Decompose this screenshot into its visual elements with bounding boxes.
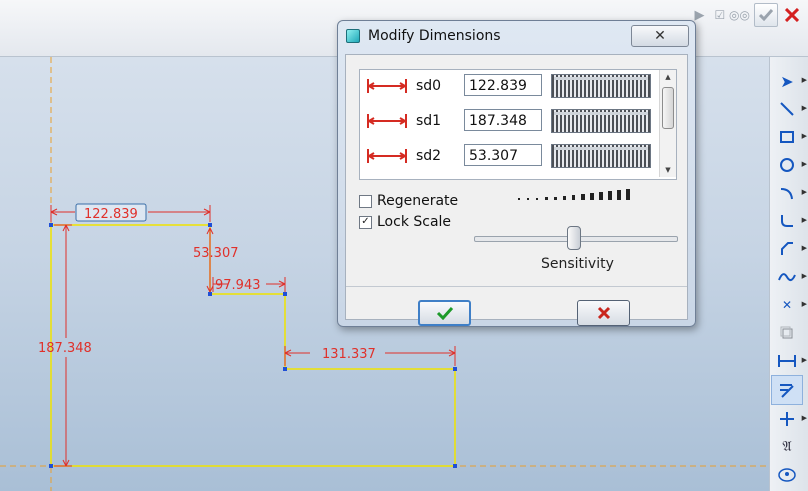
point-icon[interactable]: ✕ ▶ xyxy=(770,291,807,319)
fillet-icon[interactable]: ▶ xyxy=(770,207,807,235)
circle-icon[interactable]: ▶ xyxy=(770,151,807,179)
dim-label-131: 131.337 xyxy=(322,347,376,362)
sensitivity-slider-thumb[interactable] xyxy=(567,226,581,250)
scroll-thumb[interactable] xyxy=(662,87,674,129)
sensitivity-scale-icon xyxy=(518,189,630,200)
regenerate-box[interactable] xyxy=(359,194,372,208)
dimension-arrow-icon xyxy=(367,114,407,128)
dialog-title-text: Modify Dimensions xyxy=(368,28,501,44)
dimension-icon[interactable]: ▶ xyxy=(770,347,807,375)
dialog-divider xyxy=(346,286,687,287)
dimension-value-input[interactable]: 122.839 xyxy=(464,74,542,96)
ok-button[interactable] xyxy=(418,300,471,326)
scroll-up-icon[interactable]: ▲ xyxy=(660,70,676,84)
select-arrow-icon[interactable]: ➤ ▶ xyxy=(770,67,807,95)
dimension-row: sd2 53.307 xyxy=(360,141,660,171)
thumbwheel[interactable] xyxy=(551,74,651,98)
dimension-arrow-icon xyxy=(367,79,407,93)
right-sketch-toolbar: ➤ ▶ ▶ ▶ ▶ ▶ ▶ ▶ ▶ ✕ ▶ ▶ ▶ 𝔄 xyxy=(769,57,808,491)
modify-icon[interactable] xyxy=(771,375,803,405)
regenerate-label: Regenerate xyxy=(377,193,459,209)
close-icon: ✕ xyxy=(654,28,666,44)
regenerate-checkbox[interactable]: Regenerate xyxy=(359,193,458,209)
offset-icon[interactable] xyxy=(770,319,804,347)
dimension-value-input[interactable]: 187.348 xyxy=(464,109,542,131)
dialog-close-button[interactable]: ✕ xyxy=(631,25,689,47)
text-icon[interactable]: 𝔄 xyxy=(770,433,804,461)
dim-label-97: 97.943 xyxy=(215,278,261,293)
spline-icon[interactable]: ▶ xyxy=(770,263,807,291)
sensitivity-label: Sensitivity xyxy=(541,256,614,272)
constraint-icon[interactable]: ▶ xyxy=(770,405,807,433)
dimension-name: sd0 xyxy=(416,78,442,94)
lock-scale-label: Lock Scale xyxy=(377,214,452,230)
palette-icon[interactable] xyxy=(770,461,804,489)
arc-icon[interactable]: ▶ xyxy=(770,179,807,207)
dialog-title: Modify Dimensions xyxy=(346,28,501,44)
dimension-list: sd0 122.839 sd1 187.348 sd2 53.307 ▲ ▼ xyxy=(359,69,677,180)
dimension-row: sd0 122.839 xyxy=(360,71,660,101)
dimension-list-scrollbar[interactable]: ▲ ▼ xyxy=(659,70,676,177)
chamfer-icon[interactable]: ▶ xyxy=(770,235,807,263)
thumbwheel[interactable] xyxy=(551,144,651,168)
red-x-icon xyxy=(597,306,610,320)
dimension-row: sd1 187.348 xyxy=(360,106,660,136)
green-check-icon xyxy=(436,306,453,320)
dim-label-122: 122.839 xyxy=(84,207,138,222)
cancel-button[interactable] xyxy=(577,300,630,326)
rectangle-icon[interactable]: ▶ xyxy=(770,123,807,151)
dimension-value-input[interactable]: 53.307 xyxy=(464,144,542,166)
lock-scale-box[interactable]: ✓ xyxy=(359,215,372,229)
scroll-down-icon[interactable]: ▼ xyxy=(660,163,676,177)
line-icon[interactable]: ▶ xyxy=(770,95,807,123)
dimension-name: sd1 xyxy=(416,113,442,129)
lock-scale-checkbox[interactable]: ✓ Lock Scale xyxy=(359,214,451,230)
close-icon[interactable] xyxy=(782,4,802,26)
dialog-app-icon xyxy=(346,29,360,43)
thumbwheel[interactable] xyxy=(551,109,651,133)
dim-label-187: 187.348 xyxy=(38,341,92,356)
dim-label-53: 53.307 xyxy=(193,246,239,261)
dimension-arrow-icon xyxy=(367,149,407,163)
modify-dimensions-dialog: Modify Dimensions ✕ sd0 122.839 sd1 187.… xyxy=(337,20,696,327)
dimension-name: sd2 xyxy=(416,148,442,164)
dialog-body: sd0 122.839 sd1 187.348 sd2 53.307 ▲ ▼ R… xyxy=(345,54,688,326)
